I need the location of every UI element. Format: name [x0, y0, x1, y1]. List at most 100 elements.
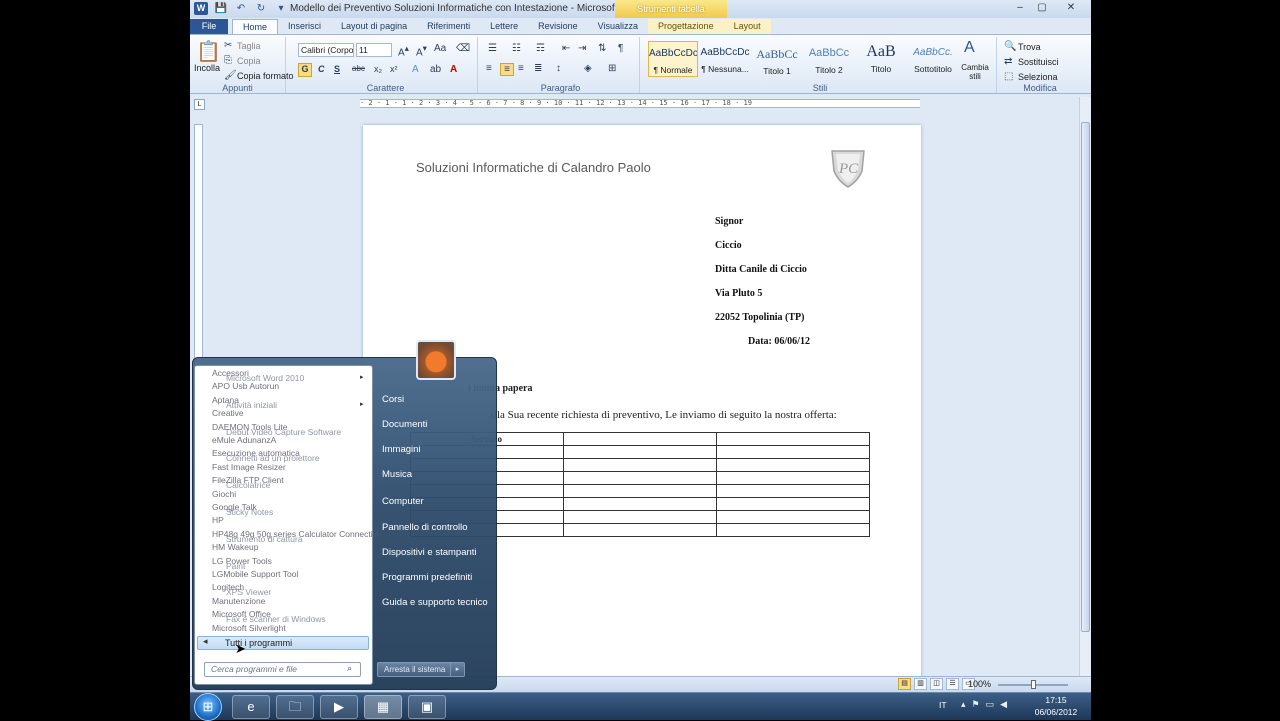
- all-programs-button[interactable]: Tutti i programmi: [197, 636, 369, 650]
- style-title[interactable]: AaB Titolo: [856, 41, 906, 77]
- program-item[interactable]: Creative: [212, 408, 244, 418]
- program-item[interactable]: Giochi: [212, 489, 236, 499]
- start-link-item[interactable]: Pannello di controllo: [382, 522, 468, 533]
- tab-page-layout[interactable]: Layout di pagina: [331, 19, 417, 34]
- line-spacing-icon[interactable]: ↕: [556, 63, 561, 74]
- style-no-spacing[interactable]: AaBbCcDc ¶ Nessuna...: [700, 41, 750, 77]
- numbering-icon[interactable]: ☷: [512, 43, 521, 54]
- language-indicator[interactable]: IT: [939, 700, 947, 710]
- table-cell[interactable]: [716, 445, 870, 459]
- tab-references[interactable]: Riferimenti: [417, 19, 480, 34]
- grow-font-icon[interactable]: A▴: [398, 43, 409, 58]
- program-item[interactable]: Manutenzione: [212, 596, 265, 606]
- clock-time[interactable]: 17:15: [1031, 695, 1081, 705]
- highlight-icon[interactable]: ab: [430, 64, 441, 75]
- table-cell[interactable]: [563, 484, 717, 498]
- font-color-icon[interactable]: A: [450, 64, 457, 75]
- replace-button[interactable]: Sostituisci: [1018, 57, 1059, 67]
- redo-icon[interactable]: ↻: [254, 2, 268, 15]
- italic-button[interactable]: C: [318, 64, 325, 74]
- align-right-icon[interactable]: ≡: [518, 63, 524, 74]
- pinned-program-item[interactable]: Sticky Notes: [226, 507, 273, 517]
- table-cell[interactable]: [563, 458, 717, 472]
- superscript-icon[interactable]: x²: [390, 64, 398, 74]
- font-family-combo[interactable]: Calibri (Corpo: [298, 43, 354, 57]
- full-screen-reading-icon[interactable]: ▥: [914, 678, 927, 690]
- network-icon[interactable]: ▭: [986, 699, 1001, 709]
- increase-indent-icon[interactable]: ⇥: [578, 43, 586, 54]
- underline-button[interactable]: S: [334, 64, 340, 74]
- tab-view[interactable]: Visualizza: [588, 19, 648, 34]
- table-cell[interactable]: [716, 471, 870, 485]
- justify-icon[interactable]: ≣: [534, 63, 542, 74]
- style-heading-1[interactable]: AaBbCc Titolo 1: [752, 41, 802, 77]
- start-search-input[interactable]: Cerca programmi e file: [204, 662, 361, 677]
- start-link-item[interactable]: Documenti: [382, 419, 427, 430]
- start-link-item[interactable]: Dispositivi e stampanti: [382, 547, 477, 558]
- start-button[interactable]: ⊞: [194, 693, 222, 721]
- paste-icon[interactable]: 📋: [196, 39, 221, 64]
- change-styles-button[interactable]: Cambia stili: [958, 63, 992, 81]
- program-item[interactable]: HP: [212, 515, 224, 525]
- zoom-slider-knob[interactable]: [1031, 680, 1036, 689]
- start-link-item[interactable]: Corsi: [382, 394, 404, 405]
- undo-icon[interactable]: ↶: [234, 2, 248, 15]
- outline-icon[interactable]: ☰: [946, 678, 959, 690]
- program-item[interactable]: APO Usb Autorun: [212, 381, 279, 391]
- start-link-item[interactable]: Guida e supporto tecnico: [382, 597, 488, 608]
- text-effects-icon[interactable]: A: [412, 64, 419, 75]
- program-item[interactable]: eMule AdunanzA: [212, 435, 276, 445]
- shrink-font-icon[interactable]: A▾: [416, 43, 427, 58]
- multilevel-list-icon[interactable]: ☶: [536, 43, 545, 54]
- shading-icon[interactable]: ◈: [584, 63, 592, 74]
- scrollbar-thumb[interactable]: [1081, 122, 1090, 632]
- subscript-icon[interactable]: x₂: [374, 64, 382, 74]
- table-cell[interactable]: [716, 523, 870, 537]
- minimize-button[interactable]: –: [1009, 0, 1031, 16]
- borders-icon[interactable]: ⊞: [608, 63, 616, 74]
- tab-insert[interactable]: Inserisci: [278, 19, 331, 34]
- table-cell[interactable]: [563, 432, 717, 446]
- align-center-icon[interactable]: ≡: [500, 63, 514, 76]
- show-hidden-icons-icon[interactable]: ▴: [961, 699, 972, 709]
- tab-home[interactable]: Home: [232, 19, 279, 34]
- start-link-item[interactable]: Musica: [382, 469, 412, 480]
- table-cell[interactable]: [716, 497, 870, 511]
- print-layout-icon[interactable]: ▤: [898, 678, 911, 690]
- close-button[interactable]: ✕: [1053, 0, 1089, 16]
- table-cell[interactable]: [716, 458, 870, 472]
- save-icon[interactable]: 💾: [214, 2, 228, 15]
- decrease-indent-icon[interactable]: ⇤: [562, 43, 570, 54]
- user-picture[interactable]: [416, 340, 456, 380]
- style-normal[interactable]: AaBbCcDc ¶ Normale: [648, 41, 698, 77]
- tab-selector[interactable]: L: [194, 99, 205, 110]
- maximize-button[interactable]: ▢: [1031, 0, 1053, 16]
- zoom-slider[interactable]: [998, 680, 1068, 689]
- table-cell[interactable]: [563, 497, 717, 511]
- copy-button[interactable]: Copia: [237, 56, 261, 66]
- table-cell[interactable]: [716, 510, 870, 524]
- sort-icon[interactable]: ⇅: [598, 43, 606, 54]
- action-center-icon[interactable]: ⚑: [972, 699, 986, 709]
- cut-button[interactable]: Taglia: [237, 41, 261, 51]
- table-cell[interactable]: [563, 445, 717, 459]
- clear-format-icon[interactable]: ⌫: [456, 43, 470, 54]
- customize-qat-icon[interactable]: ▾: [274, 2, 288, 15]
- explorer-icon[interactable]: 🗀: [276, 695, 314, 719]
- paste-button[interactable]: Incolla: [194, 63, 220, 73]
- select-button[interactable]: Seleziona: [1018, 72, 1058, 82]
- change-case-icon[interactable]: Aa: [434, 43, 446, 54]
- table-cell[interactable]: [563, 523, 717, 537]
- style-subtitle[interactable]: AaBbCc. Sottotitolo: [908, 41, 958, 77]
- font-size-combo[interactable]: 11: [356, 43, 392, 57]
- table-cell[interactable]: [563, 510, 717, 524]
- pilcrow-icon[interactable]: ¶: [618, 43, 623, 54]
- web-layout-icon[interactable]: ◫: [930, 678, 943, 690]
- tab-review[interactable]: Revisione: [528, 19, 588, 34]
- tab-mailings[interactable]: Lettere: [480, 19, 528, 34]
- program-item[interactable]: LGMobile Support Tool: [212, 569, 298, 579]
- shutdown-button[interactable]: Arresta il sistema ▸: [377, 662, 465, 677]
- style-heading-2[interactable]: AaBbCc Titolo 2: [804, 41, 854, 77]
- app-taskbar-icon[interactable]: ▣: [408, 695, 446, 719]
- align-left-icon[interactable]: ≡: [486, 63, 492, 74]
